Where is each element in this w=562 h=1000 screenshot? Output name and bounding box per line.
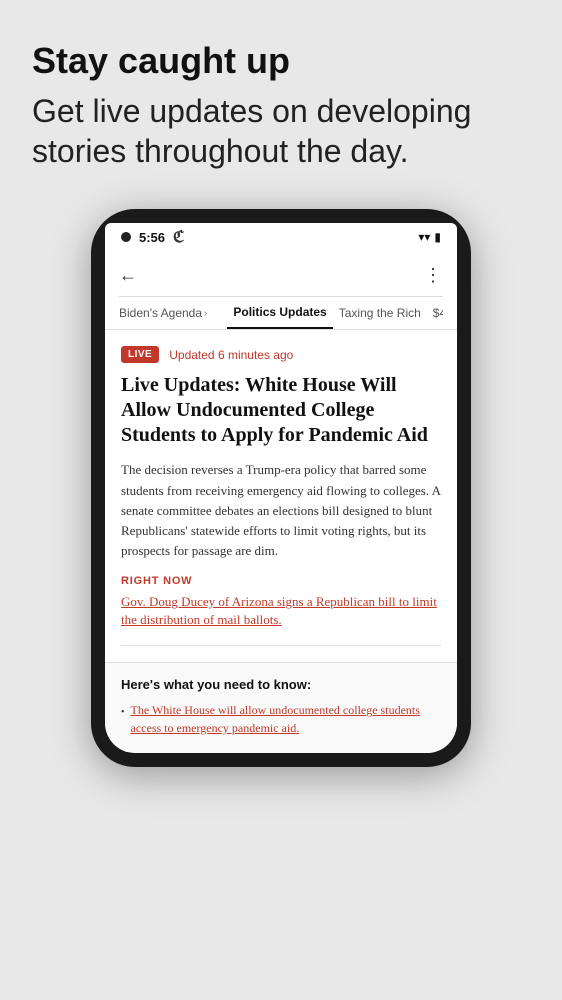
tab-taxing-rich[interactable]: Taxing the Rich (333, 298, 427, 328)
battery-icon: ▮ (434, 230, 441, 245)
status-time: 5:56 (139, 230, 165, 245)
tab-bidens-agenda[interactable]: Biden's Agenda › (119, 298, 207, 328)
explainer-box: Here's what you need to know: • The Whit… (105, 662, 457, 753)
screen-nav: ← ⋮ (119, 265, 443, 296)
more-button[interactable]: ⋮ (424, 265, 443, 286)
nyt-logo: ℭ (173, 227, 184, 247)
hero-subtitle: Get live updates on developing stories t… (32, 91, 530, 171)
article-headline: Live Updates: White House Will Allow Und… (121, 373, 441, 448)
hero-title: Stay caught up (32, 40, 530, 81)
status-right: ▾▾ ▮ (418, 230, 441, 245)
live-badge-row: LIVE Updated 6 minutes ago (121, 346, 441, 363)
updated-text: Updated 6 minutes ago (169, 348, 293, 362)
tab-price: $4 (427, 298, 443, 328)
phone-screen: ← ⋮ Biden's Agenda › Politics Updates Ta… (105, 255, 457, 753)
tab-politics-updates[interactable]: Politics Updates (227, 297, 332, 329)
phone-frame: 5:56 ℭ ▾▾ ▮ ← ⋮ Biden's Agenda › (91, 209, 471, 767)
tab-politics-updates-label: Politics Updates (233, 305, 326, 319)
article-body: The decision reverses a Trump-era policy… (121, 460, 441, 561)
chevron-right-icon: › (204, 308, 207, 319)
tab-bidens-agenda-label: Biden's Agenda (119, 306, 202, 320)
right-now-row: RIGHT NOW Gov. Doug Ducey of Arizona sig… (121, 575, 441, 646)
phone-status-bar: 5:56 ℭ ▾▾ ▮ (105, 223, 457, 255)
camera-dot (121, 232, 131, 242)
tab-bar: Biden's Agenda › Politics Updates Taxing… (119, 296, 443, 329)
explainer-bullet-text[interactable]: The White House will allow undocumented … (131, 702, 441, 737)
wifi-icon: ▾▾ (418, 230, 430, 245)
live-badge: LIVE (121, 346, 159, 363)
screen-header: ← ⋮ Biden's Agenda › Politics Updates Ta… (105, 255, 457, 330)
right-now-label: RIGHT NOW (121, 575, 192, 587)
status-left: 5:56 ℭ (121, 227, 184, 247)
right-now-link[interactable]: Gov. Doug Ducey of Arizona signs a Repub… (121, 593, 441, 629)
hero-section: Stay caught up Get live updates on devel… (0, 0, 562, 199)
article-content: LIVE Updated 6 minutes ago Live Updates:… (105, 330, 457, 646)
explainer-title: Here's what you need to know: (121, 677, 441, 692)
phone-wrapper: 5:56 ℭ ▾▾ ▮ ← ⋮ Biden's Agenda › (0, 209, 562, 767)
back-button[interactable]: ← (119, 265, 137, 286)
tab-taxing-rich-label: Taxing the Rich (339, 306, 421, 320)
explainer-bullet: • The White House will allow undocumente… (121, 702, 441, 737)
bullet-icon: • (121, 706, 125, 721)
